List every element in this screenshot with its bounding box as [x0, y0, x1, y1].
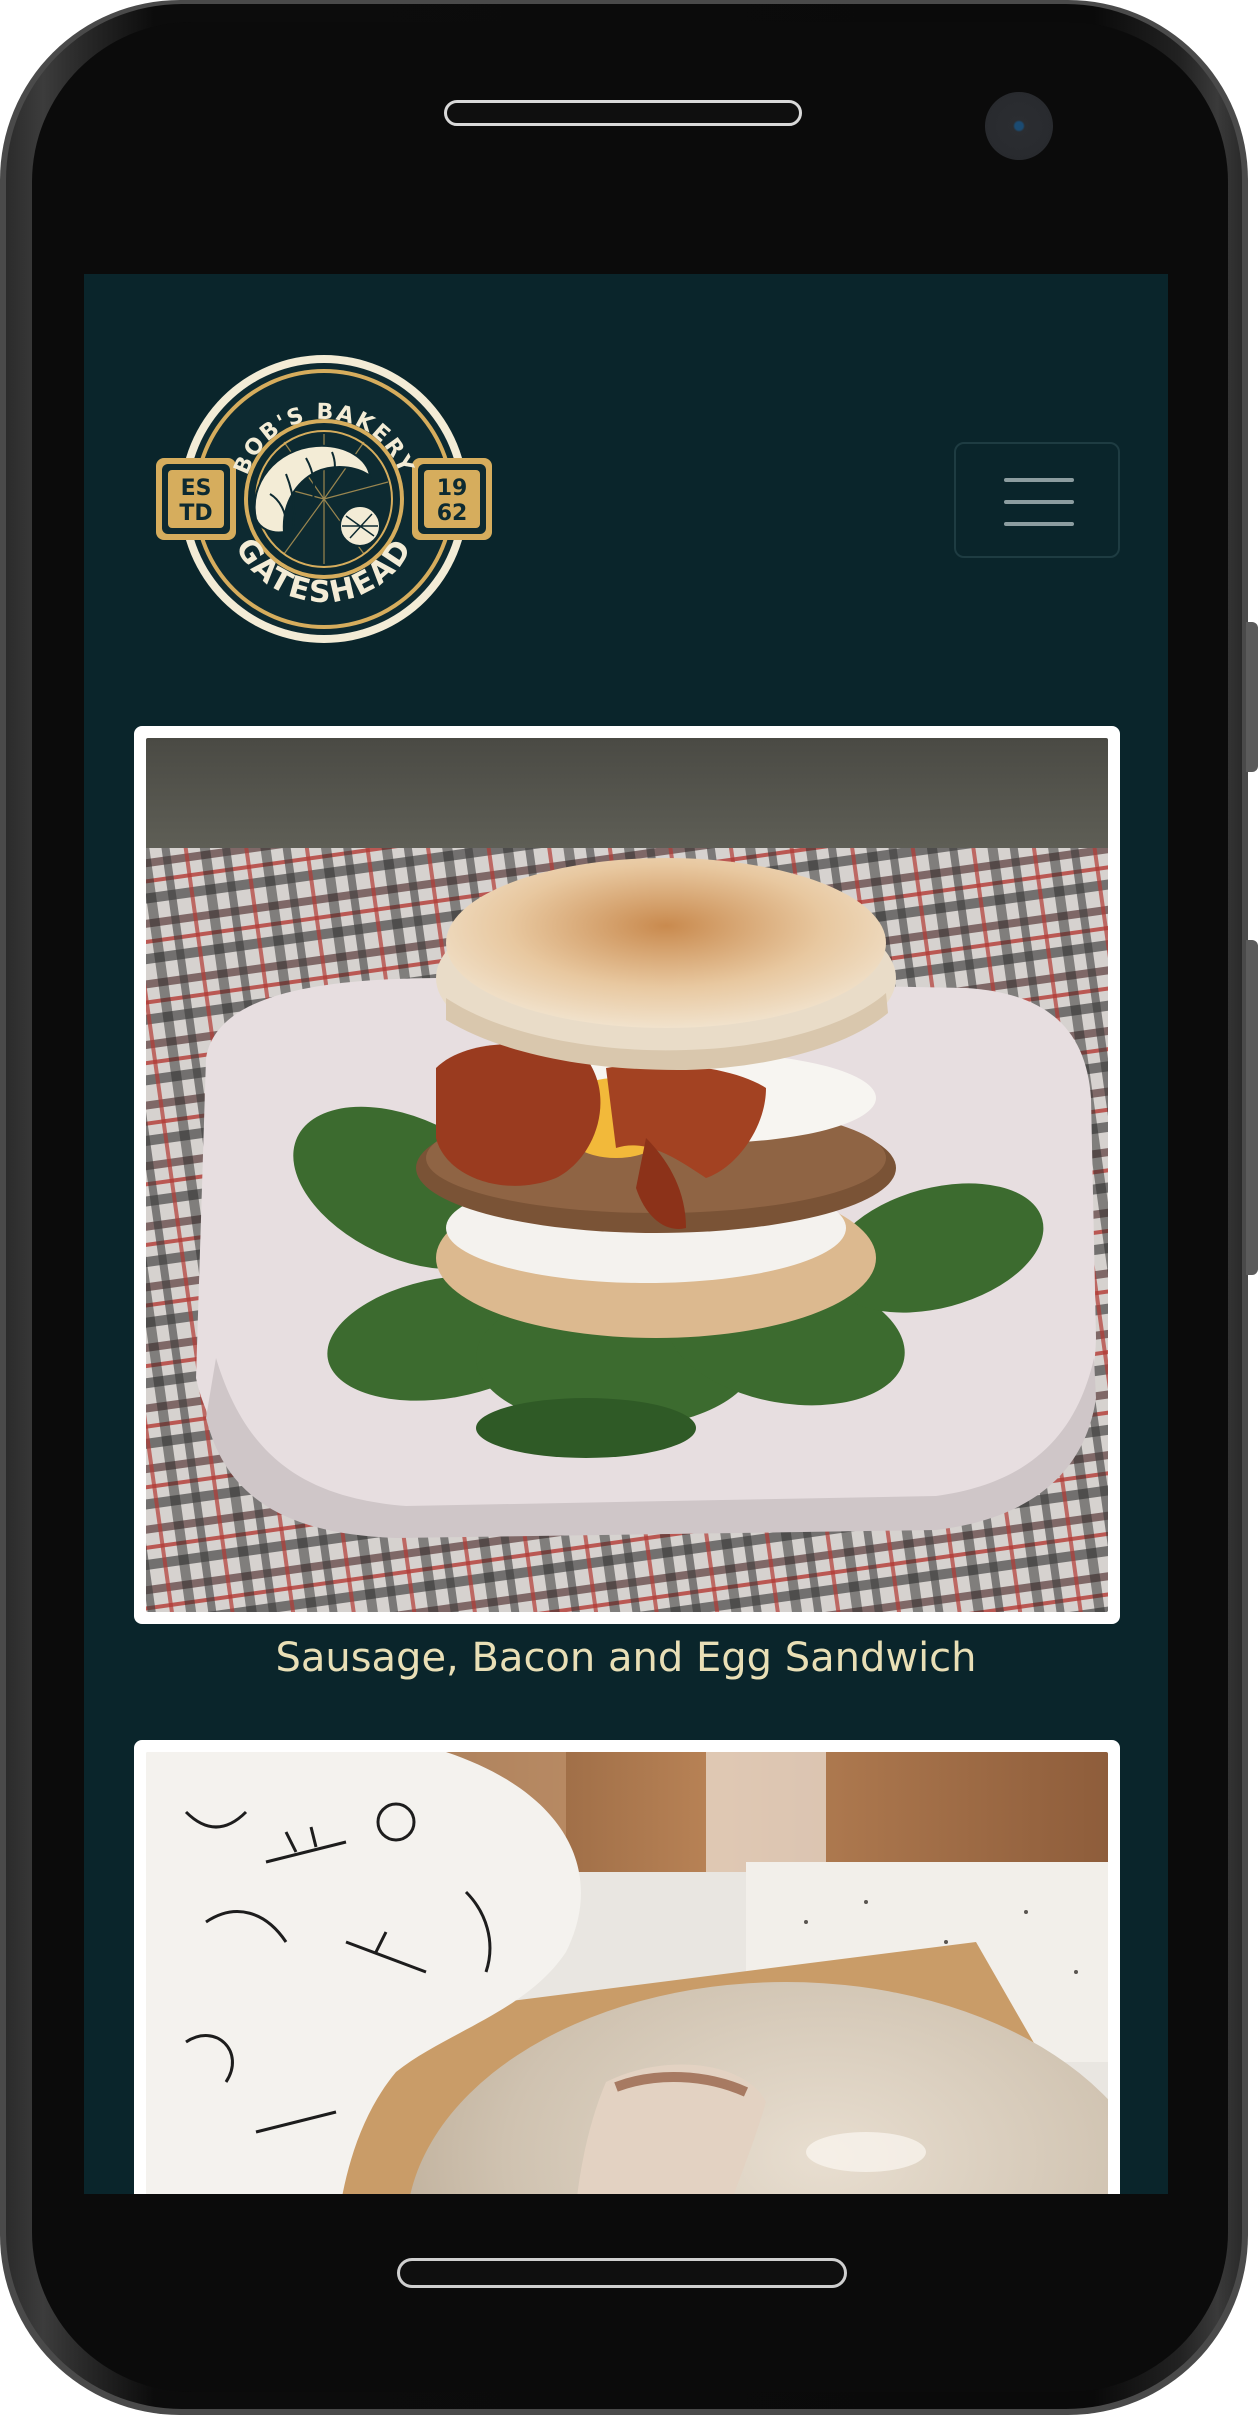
sourdough-loaf-photo: [146, 1752, 1108, 2194]
logo-left-badge-line-1: ES: [181, 476, 212, 501]
volume-button: [1246, 622, 1258, 772]
bun-icon: [339, 505, 381, 547]
sausage-bacon-egg-sandwich-photo: [146, 738, 1108, 1612]
logo-right-badge-line-2: 62: [437, 501, 468, 526]
site-header: ES TD 19 62 BOB'S BAKERY GATESHEAD: [84, 274, 1168, 724]
front-camera-icon: [985, 92, 1053, 160]
logo-left-badge-line-2: TD: [179, 501, 212, 526]
power-button: [1246, 940, 1258, 1275]
menu-toggle-button[interactable]: [954, 442, 1120, 558]
bobs-bakery-logo[interactable]: ES TD 19 62 BOB'S BAKERY GATESHEAD: [156, 354, 492, 644]
screen: ES TD 19 62 BOB'S BAKERY GATESHEAD Sausa…: [84, 274, 1168, 2194]
earpiece-speaker: [444, 100, 802, 126]
gallery-caption: Sausage, Bacon and Egg Sandwich: [275, 1635, 977, 1681]
gallery-item[interactable]: [134, 726, 1120, 1624]
bottom-speaker: [397, 2258, 847, 2288]
logo-right-badge-line-1: 19: [437, 476, 468, 501]
gallery-item[interactable]: [134, 1740, 1120, 2194]
